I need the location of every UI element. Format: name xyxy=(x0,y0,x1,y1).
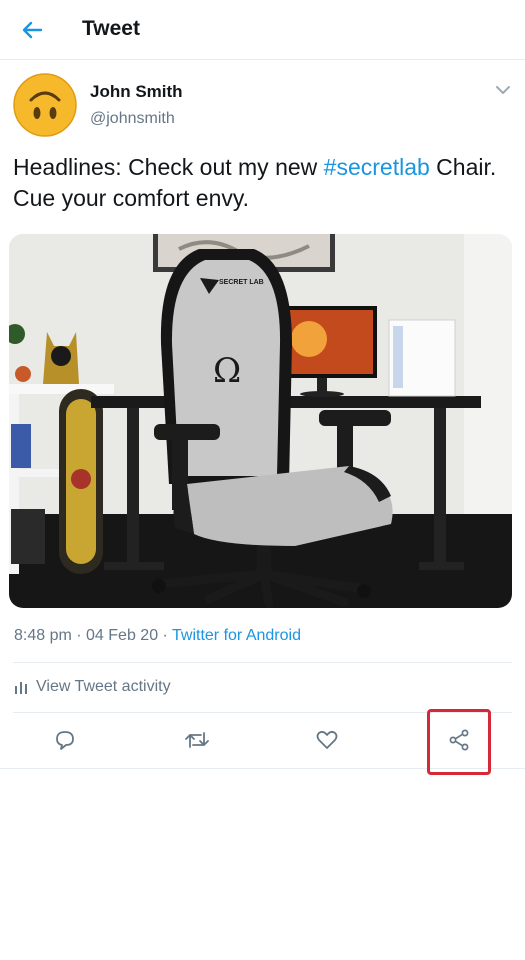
like-button[interactable] xyxy=(314,727,340,753)
view-tweet-activity-label: View Tweet activity xyxy=(36,678,171,695)
back-arrow-icon xyxy=(22,21,43,39)
share-button[interactable] xyxy=(446,727,472,753)
author-name[interactable]: John Smith xyxy=(90,82,183,102)
hashtag-link[interactable]: #secretlab xyxy=(324,154,430,180)
chevron-down-icon xyxy=(496,86,510,94)
chair-logo-text: Ω xyxy=(213,351,241,391)
tweet-image[interactable]: SECRET LAB Ω xyxy=(9,234,512,608)
page-title: Tweet xyxy=(82,17,140,40)
divider xyxy=(13,662,512,663)
avatar[interactable] xyxy=(13,73,77,137)
more-options-button[interactable] xyxy=(493,82,513,98)
tweet-text: Headlines: Check out my new #secretlab C… xyxy=(13,152,503,214)
heart-icon xyxy=(316,730,338,749)
tweet-text-part: Headlines: Check out my new xyxy=(13,154,324,180)
view-tweet-activity-button[interactable]: View Tweet activity xyxy=(14,678,171,696)
top-bar: Tweet xyxy=(0,0,525,60)
chair-brand-text: SECRET LAB xyxy=(219,279,264,286)
reply-icon xyxy=(56,731,74,750)
tweet-action-bar xyxy=(0,712,525,769)
tweet-source-link[interactable]: Twitter for Android xyxy=(172,627,301,644)
retweet-icon xyxy=(185,732,209,748)
tweet-timestamp: 8:48 pm · 04 Feb 20 · xyxy=(14,627,173,644)
reply-button[interactable] xyxy=(52,727,78,753)
tweet-metadata: 8:48 pm · 04 Feb 20 · Twitter for Androi… xyxy=(14,627,301,645)
bar-chart-icon xyxy=(15,682,27,694)
upside-down-face-icon xyxy=(13,73,77,137)
author-handle[interactable]: @johnsmith xyxy=(90,110,175,128)
back-button[interactable] xyxy=(18,16,46,44)
retweet-button[interactable] xyxy=(184,727,210,753)
share-icon xyxy=(449,729,469,751)
gaming-chair-photo: SECRET LAB Ω xyxy=(9,234,512,608)
